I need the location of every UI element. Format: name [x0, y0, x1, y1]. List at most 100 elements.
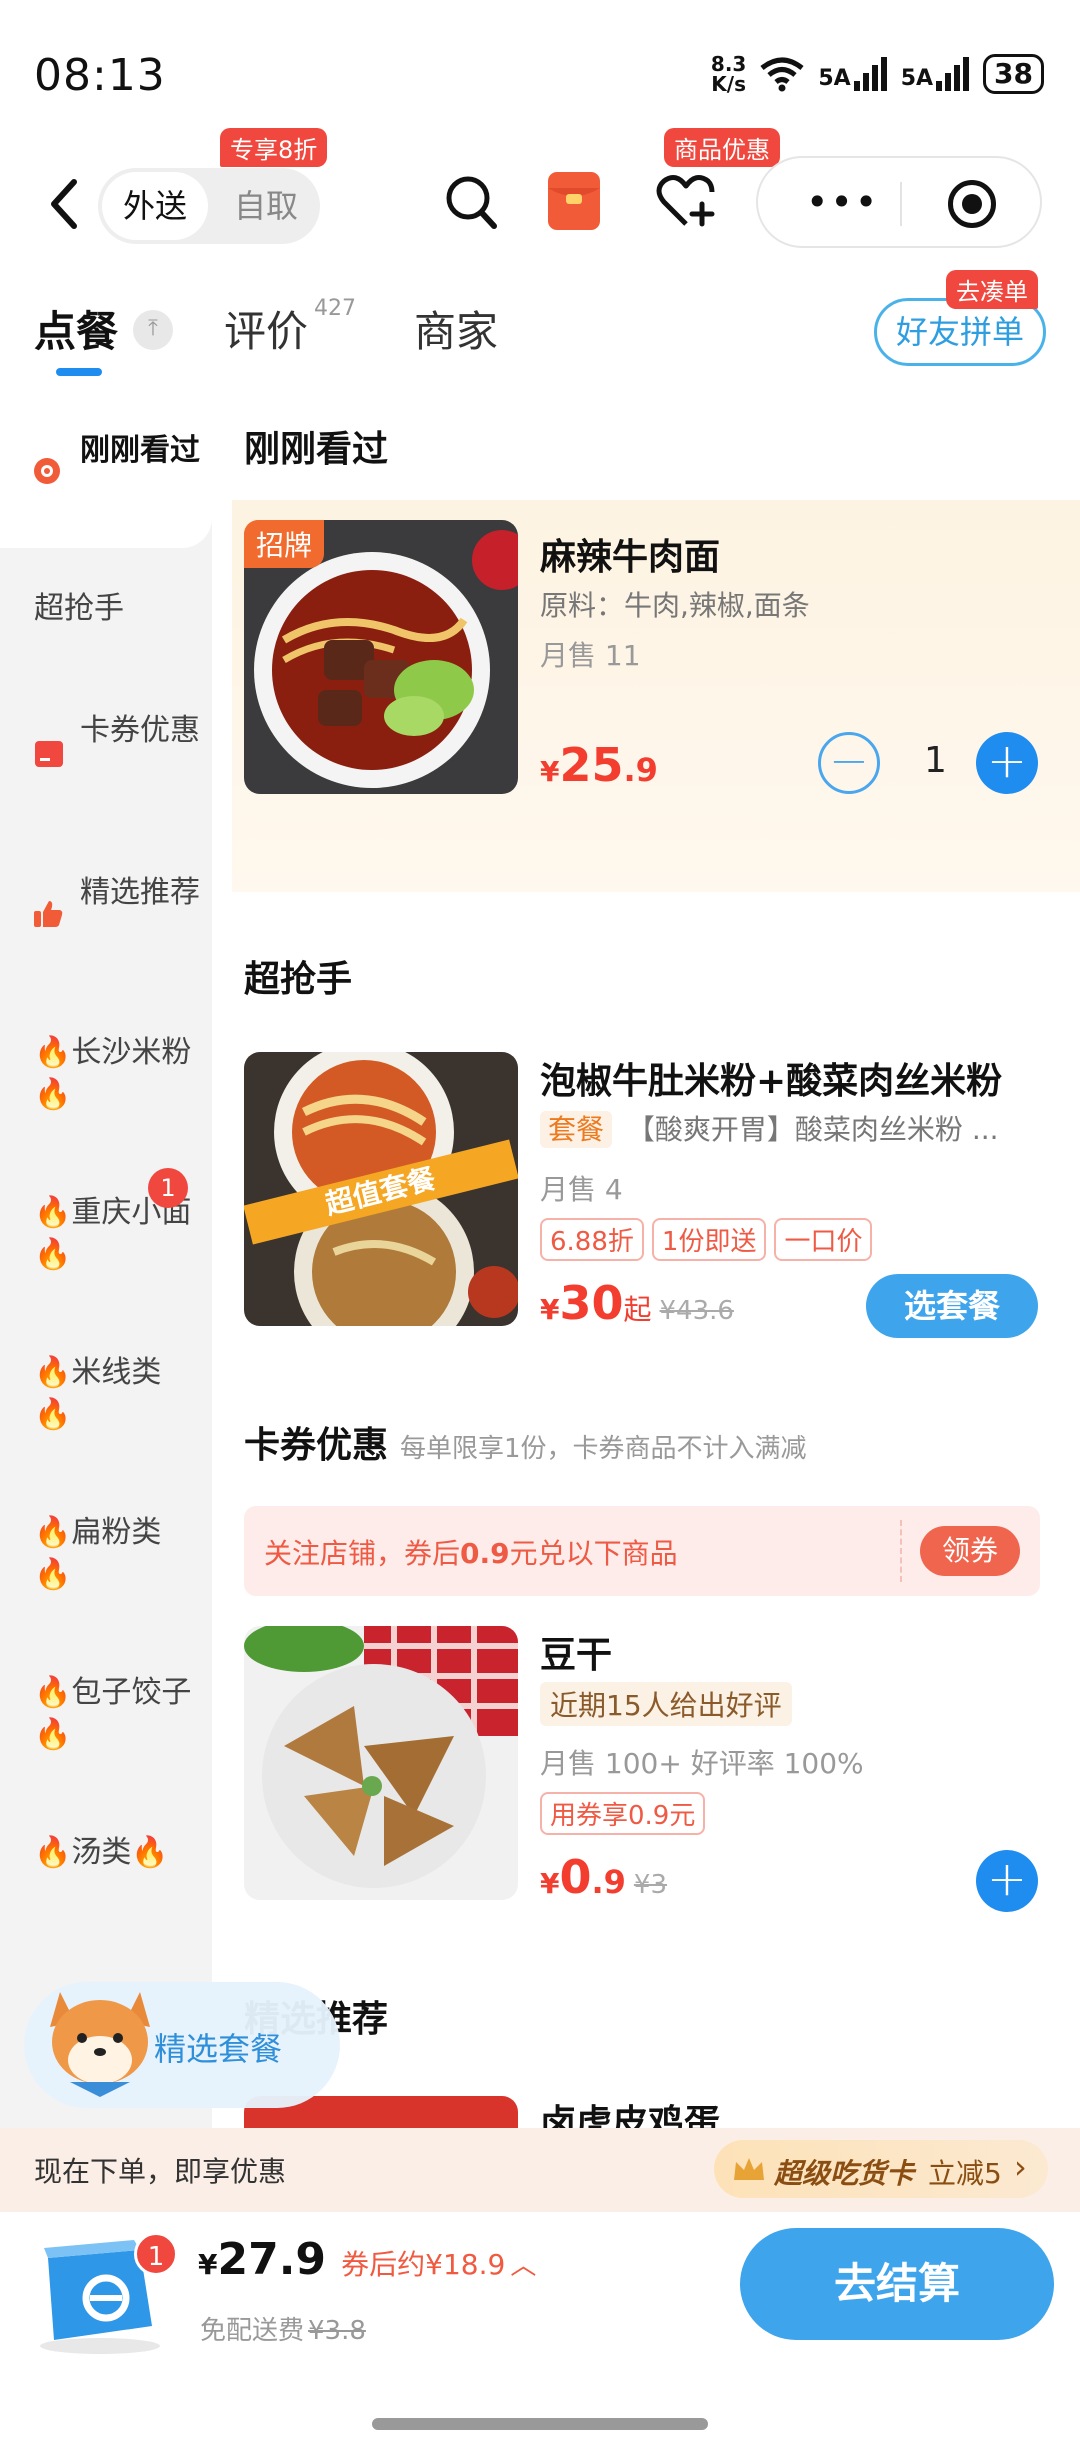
tofu-illustration	[244, 1626, 518, 1900]
sidebar-item-label: 🔥长沙米粉🔥	[34, 1035, 192, 1112]
friend-order-badge: 去凑单	[946, 270, 1038, 309]
cart-count-badge: 1	[134, 2232, 178, 2276]
coupon-subtitle: 每单限享1份，卡券商品不计入满减	[400, 1434, 807, 1464]
promo-chip: 一口价	[774, 1218, 873, 1261]
decrease-qty-button[interactable]: −	[818, 732, 880, 794]
active-tab-indicator	[56, 368, 102, 376]
chevron-right-icon: ›	[1014, 2148, 1027, 2186]
eye-icon	[34, 458, 60, 484]
sidebar-item-featured[interactable]: 精选推荐	[0, 872, 212, 962]
capsule-divider	[900, 182, 902, 226]
back-chevron-icon[interactable]	[44, 174, 84, 234]
crown-icon	[734, 2158, 764, 2180]
sidebar-item-label: 超抢手	[34, 591, 124, 626]
heart-plus-icon[interactable]	[654, 170, 718, 234]
miniapp-capsule: •••	[756, 156, 1042, 248]
menu-content: 刚刚看过 招牌 麻辣牛肉面 原料：牛肉,辣椒,面条 月售 11 ¥25.9 − …	[212, 388, 1080, 2156]
item-qty: 1	[924, 740, 947, 781]
sidebar-item-label: 🔥米线类🔥	[34, 1355, 162, 1432]
review-count: 427	[314, 296, 356, 321]
claim-coupon-button[interactable]: 领券	[920, 1526, 1020, 1576]
target-icon[interactable]	[948, 180, 996, 228]
sidebar-item-label: 🔥扁粉类🔥	[34, 1515, 162, 1592]
search-icon[interactable]	[442, 172, 500, 232]
mode-delivery[interactable]: 外送	[102, 172, 208, 240]
coupon-price-chip: 用券享0.9元	[540, 1792, 706, 1835]
checkout-button[interactable]: 去结算	[740, 2228, 1054, 2340]
section-title-coupon: 卡券优惠 每单限享1份，卡券商品不计入满减	[244, 1425, 807, 1466]
sidebar-item-label: 精选推荐	[80, 875, 200, 910]
cart-bar: 1 ¥27.9 券后约¥18.9 ︿ 免配送费 ¥3.8 去结算	[0, 2212, 1080, 2372]
thumbs-up-icon	[34, 901, 63, 927]
sidebar-item-recent[interactable]: 刚刚看过	[0, 430, 212, 530]
pickup-discount-badge: 专享8折	[220, 128, 328, 167]
promo-chip: 6.88折	[540, 1218, 644, 1261]
item-price: ¥30起 ¥43.6	[540, 1276, 734, 1330]
item-sold: 月售 100+ 好评率 100%	[540, 1747, 864, 1780]
item-ingredients: 原料：牛肉,辣椒,面条	[540, 589, 810, 622]
coupon-banner[interactable]: 关注店铺，券后0.9元兑以下商品 领券	[244, 1506, 1040, 1596]
delivery-mode-toggle[interactable]: 外送 自取	[98, 168, 320, 244]
item-name[interactable]: 麻辣牛肉面	[540, 528, 720, 580]
combo-desc-row: 套餐 【酸爽开胃】酸菜肉丝米粉 ...	[540, 1108, 999, 1148]
review-tag: 近期15人给出好评	[540, 1682, 792, 1726]
sidebar-item-label: 刚刚看过	[80, 433, 200, 468]
tab-merchant[interactable]: 商家	[414, 298, 498, 359]
section-title-recent: 刚刚看过	[244, 429, 389, 470]
red-envelope-icon[interactable]	[546, 170, 602, 234]
increase-qty-button[interactable]: +	[976, 732, 1038, 794]
signal-2-icon: 5A	[901, 57, 970, 91]
super-card-name: 超级吃货卡	[774, 2157, 915, 2190]
featured-combo-label: 精选套餐	[154, 2030, 283, 2068]
sidebar-item-label: 🔥汤类🔥	[34, 1835, 169, 1870]
item-sold: 月售 4	[540, 1173, 623, 1206]
net-speed: 8.3 K/s	[710, 52, 747, 96]
more-dots-icon[interactable]: •••	[806, 180, 879, 224]
coupon-divider	[900, 1520, 902, 1582]
home-indicator[interactable]	[372, 2418, 708, 2430]
category-sidebar: 刚刚看过 超抢手 卡券优惠 精选推荐 🔥长沙米粉🔥 🔥重庆小面🔥 1 🔥米线类🔥…	[0, 388, 212, 2128]
sidebar-item-coupon[interactable]: 卡券优惠	[0, 710, 212, 800]
store-tabs: 点餐 ⤒ 评价 427 商家 好友拼单 去凑单	[0, 270, 1080, 380]
product-discount-badge: 商品优惠	[664, 128, 780, 167]
mode-pickup[interactable]: 自取	[218, 172, 314, 240]
pin-top-icon[interactable]: ⤒	[133, 310, 173, 350]
coupon-icon	[35, 741, 63, 767]
signature-tag: 招牌	[244, 520, 325, 568]
promo-text: 现在下单，即享优惠	[34, 2155, 287, 2188]
status-bar: 08:13 8.3 K/s 5A 5A 38	[0, 0, 1080, 150]
status-icons: 8.3 K/s 5A 5A 38	[711, 54, 1044, 94]
item-sold: 月售 11	[540, 639, 641, 672]
section-title-hot: 超抢手	[244, 959, 353, 1000]
super-card-discount: 立减5	[928, 2157, 1002, 2190]
item-name[interactable]: 豆干	[540, 1626, 612, 1678]
tab-order[interactable]: 点餐	[34, 298, 118, 359]
cart-total: ¥27.9 券后约¥18.9 ︿	[198, 2234, 537, 2285]
super-card-pill[interactable]: 超级吃货卡 立减5 ›	[714, 2140, 1048, 2198]
shiba-mascot-icon	[50, 1992, 150, 2097]
promo-chips: 6.88折 1份即送 一口价	[540, 1218, 880, 1261]
chevron-up-icon[interactable]: ︿	[510, 2251, 536, 2281]
sidebar-item-label: 🔥包子饺子🔥	[34, 1675, 192, 1752]
item-price: ¥0.9 ¥3	[540, 1850, 668, 1904]
delivery-fee: 免配送费 ¥3.8	[200, 2316, 366, 2346]
top-nav: 外送 自取 专享8折 商品优惠 •••	[0, 128, 1080, 260]
coupon-chip-row: 用券享0.9元	[540, 1792, 713, 1835]
set-tag: 套餐	[540, 1111, 613, 1148]
featured-combo-float[interactable]: 精选套餐	[24, 1982, 340, 2108]
item-name[interactable]: 泡椒牛肚米粉+酸菜肉丝米粉	[540, 1052, 1002, 1104]
sidebar-count-badge: 1	[148, 1168, 188, 1208]
choose-combo-button[interactable]: 选套餐	[866, 1274, 1038, 1338]
tofu-image[interactable]	[244, 1626, 518, 1900]
coupon-banner-text: 关注店铺，券后0.9元兑以下商品	[264, 1537, 678, 1570]
after-coupon-price[interactable]: 券后约¥18.9	[341, 2248, 505, 2281]
promo-chip: 1份即送	[651, 1218, 767, 1261]
signal-1-icon: 5A	[818, 57, 887, 91]
add-to-cart-button[interactable]: +	[976, 1850, 1038, 1912]
item-price: ¥25.9	[540, 738, 658, 792]
tab-reviews[interactable]: 评价	[224, 298, 308, 359]
battery-icon: 38	[983, 54, 1044, 94]
sidebar-item-label: 卡券优惠	[80, 713, 200, 748]
wifi-icon	[760, 57, 804, 92]
promo-bar: 现在下单，即享优惠 超级吃货卡 立减5 ›	[0, 2128, 1080, 2212]
